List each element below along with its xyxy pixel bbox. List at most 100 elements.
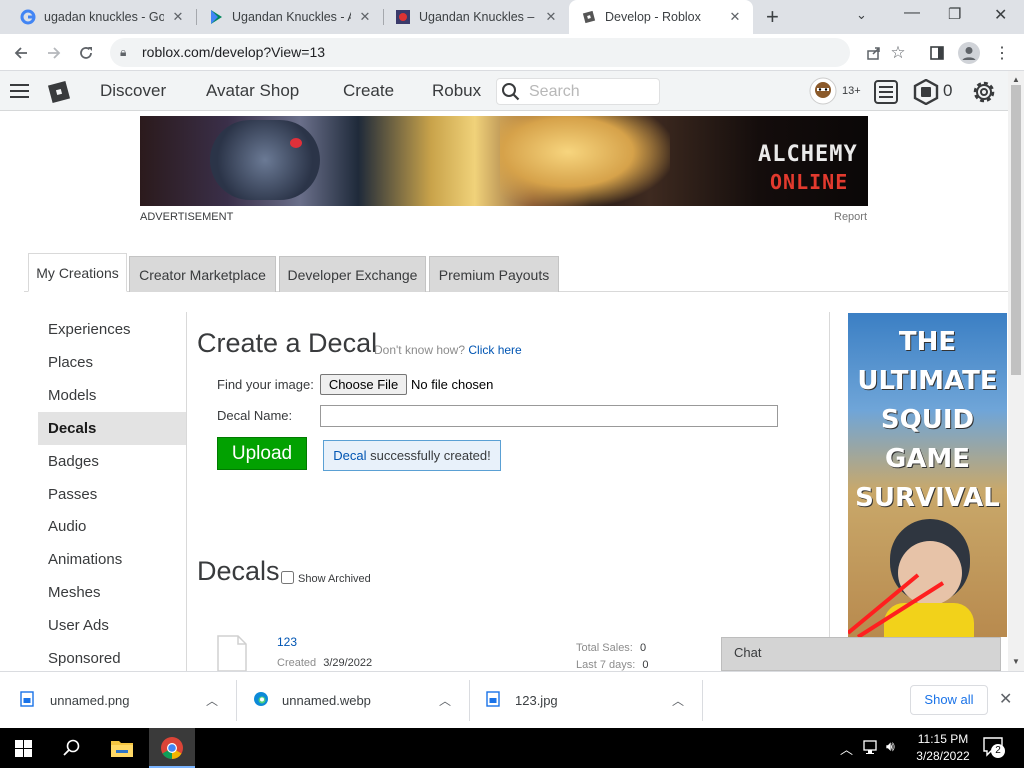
roblox-logo-icon[interactable] bbox=[46, 79, 72, 110]
chat-bar[interactable]: Chat bbox=[721, 637, 1001, 671]
download-item[interactable]: 123.jpg ︿ bbox=[486, 672, 696, 729]
sidebar-item-models[interactable]: Models bbox=[38, 379, 186, 412]
side-ad-text: THE ULTIMATE SQUID GAME SURVIVAL bbox=[855, 327, 1000, 513]
click-here-link[interactable]: Click here bbox=[468, 343, 521, 357]
banner-ad[interactable]: ALCHEMY ONLINE bbox=[140, 116, 868, 206]
tab-developer-exchange[interactable]: Developer Exchange bbox=[279, 256, 426, 292]
sidebar-item-experiences[interactable]: Experiences bbox=[38, 313, 186, 346]
download-item[interactable]: unnamed.webp ︿ bbox=[253, 672, 463, 729]
windows-taskbar: ︿ 🔊︎ 11:15 PM 3/28/2022 2 bbox=[0, 728, 1024, 768]
show-all-button[interactable]: Show all bbox=[910, 685, 988, 715]
address-bar[interactable]: 🔒︎ roblox.com/develop?View=13 bbox=[110, 38, 850, 67]
chrome-menu-icon[interactable]: ⋮ bbox=[990, 41, 1014, 65]
nav-discover[interactable]: Discover bbox=[100, 81, 166, 101]
tab-creator-marketplace[interactable]: Creator Marketplace bbox=[129, 256, 276, 292]
total-sales: Total Sales: 0 bbox=[576, 642, 646, 654]
tab-premium-payouts[interactable]: Premium Payouts bbox=[429, 256, 559, 292]
help-text: Don't know how? Click here bbox=[374, 343, 522, 357]
bookmark-star-icon[interactable]: ☆ bbox=[886, 41, 910, 65]
messages-icon[interactable] bbox=[873, 79, 899, 110]
show-archived-checkbox[interactable] bbox=[281, 571, 294, 584]
download-filename: unnamed.png bbox=[50, 693, 130, 708]
new-tab-button[interactable]: + bbox=[766, 4, 779, 30]
close-tab-icon[interactable]: ✕ bbox=[727, 9, 743, 25]
browser-tab[interactable]: Ugandan Knuckles - Ap ✕ bbox=[196, 0, 383, 34]
browser-tab[interactable]: ugadan knuckles - Goo ✕ bbox=[8, 0, 196, 34]
content-divider bbox=[829, 312, 830, 638]
advertisement-label: ADVERTISEMENT bbox=[140, 211, 234, 223]
find-image-label: Find your image: bbox=[217, 377, 314, 392]
browser-tab-active[interactable]: Develop - Roblox ✕ bbox=[569, 0, 753, 34]
search-input[interactable]: Search bbox=[496, 78, 660, 105]
share-icon[interactable] bbox=[862, 41, 886, 65]
knuckles-icon bbox=[395, 9, 411, 25]
banner-title: ALCHEMY bbox=[758, 142, 858, 167]
created-label: Created bbox=[277, 657, 317, 669]
download-item[interactable]: unnamed.png ︿ bbox=[20, 672, 230, 729]
nav-create[interactable]: Create bbox=[343, 81, 394, 101]
create-decal-title: Create a Decal bbox=[197, 328, 378, 358]
nav-avatar-shop[interactable]: Avatar Shop bbox=[206, 81, 299, 101]
taskbar-search-icon[interactable] bbox=[63, 739, 81, 762]
volume-icon[interactable]: 🔊︎ bbox=[886, 738, 895, 755]
settings-gear-icon[interactable] bbox=[970, 78, 998, 111]
edge-icon bbox=[253, 691, 269, 710]
robux-icon[interactable] bbox=[913, 78, 939, 110]
file-explorer-icon[interactable] bbox=[110, 738, 134, 763]
sidebar-item-places[interactable]: Places bbox=[38, 346, 186, 379]
hamburger-menu-icon[interactable] bbox=[10, 83, 30, 104]
last-7-days: Last 7 days: 0 bbox=[576, 659, 649, 671]
decal-name-link[interactable]: 123 bbox=[277, 635, 297, 649]
close-download-bar-icon[interactable]: ✕ bbox=[999, 689, 1012, 709]
sidebar-item-meshes[interactable]: Meshes bbox=[38, 576, 186, 609]
network-icon[interactable] bbox=[863, 739, 881, 760]
decal-thumbnail[interactable] bbox=[217, 635, 247, 672]
notification-icon[interactable]: 2 bbox=[983, 737, 1005, 762]
decal-name-input[interactable] bbox=[320, 405, 778, 427]
clock-date: 3/28/2022 bbox=[916, 749, 970, 763]
nav-robux[interactable]: Robux bbox=[432, 81, 481, 101]
sidebar-item-passes[interactable]: Passes bbox=[38, 478, 186, 511]
page-scrollbar[interactable]: ▲ ▼ bbox=[1008, 71, 1024, 671]
total-sales-value: 0 bbox=[639, 642, 647, 654]
restore-icon[interactable]: ❐ bbox=[948, 5, 961, 23]
chevron-up-icon[interactable]: ︿ bbox=[206, 692, 218, 709]
report-ad-link[interactable]: Report bbox=[834, 211, 867, 223]
chevron-up-icon[interactable]: ︿ bbox=[439, 692, 451, 709]
sidebar-item-animations[interactable]: Animations bbox=[38, 543, 186, 576]
browser-tab[interactable]: Ugandan Knuckles – Fo ✕ bbox=[383, 0, 569, 34]
banner-subtitle: ONLINE bbox=[770, 170, 849, 194]
forward-icon[interactable] bbox=[42, 41, 66, 65]
sidebar-item-user-ads[interactable]: User Ads bbox=[38, 609, 186, 642]
close-tab-icon[interactable]: ✕ bbox=[170, 9, 186, 25]
profile-icon[interactable] bbox=[957, 41, 981, 65]
side-ad-lasers bbox=[848, 573, 945, 637]
close-window-icon[interactable]: ✕ bbox=[994, 5, 1007, 25]
chrome-icon bbox=[160, 736, 184, 765]
decal-link[interactable]: Decal bbox=[333, 448, 366, 463]
close-tab-icon[interactable]: ✕ bbox=[357, 9, 373, 25]
choose-file-button[interactable]: Choose File bbox=[320, 374, 407, 395]
chevron-up-icon[interactable]: ︿ bbox=[672, 692, 684, 709]
windows-start-icon[interactable] bbox=[15, 740, 32, 762]
tab-search-icon[interactable]: ⌄ bbox=[856, 7, 867, 23]
minimize-icon[interactable]: — bbox=[904, 4, 920, 22]
scrollbar-thumb[interactable] bbox=[1011, 85, 1021, 375]
sidebar-item-decals[interactable]: Decals bbox=[38, 412, 186, 445]
avatar[interactable] bbox=[809, 77, 837, 110]
upload-button[interactable]: Upload bbox=[217, 437, 307, 470]
taskbar-chrome-button[interactable] bbox=[149, 728, 195, 768]
reload-icon[interactable] bbox=[74, 41, 98, 65]
sidebar-item-audio[interactable]: Audio bbox=[38, 510, 186, 543]
side-panel-icon[interactable] bbox=[925, 41, 949, 65]
side-ad[interactable]: THE ULTIMATE SQUID GAME SURVIVAL bbox=[848, 313, 1007, 637]
search-icon bbox=[501, 82, 521, 110]
close-tab-icon[interactable]: ✕ bbox=[543, 9, 559, 25]
back-icon[interactable] bbox=[9, 41, 33, 65]
show-hidden-icons[interactable]: ︿ bbox=[840, 739, 853, 758]
sidebar-item-badges[interactable]: Badges bbox=[38, 445, 186, 478]
robux-count: 0 bbox=[943, 81, 953, 100]
last7-label: Last 7 days: bbox=[576, 659, 636, 671]
clock[interactable]: 11:15 PM 3/28/2022 bbox=[913, 731, 973, 765]
tab-my-creations[interactable]: My Creations bbox=[28, 253, 127, 292]
